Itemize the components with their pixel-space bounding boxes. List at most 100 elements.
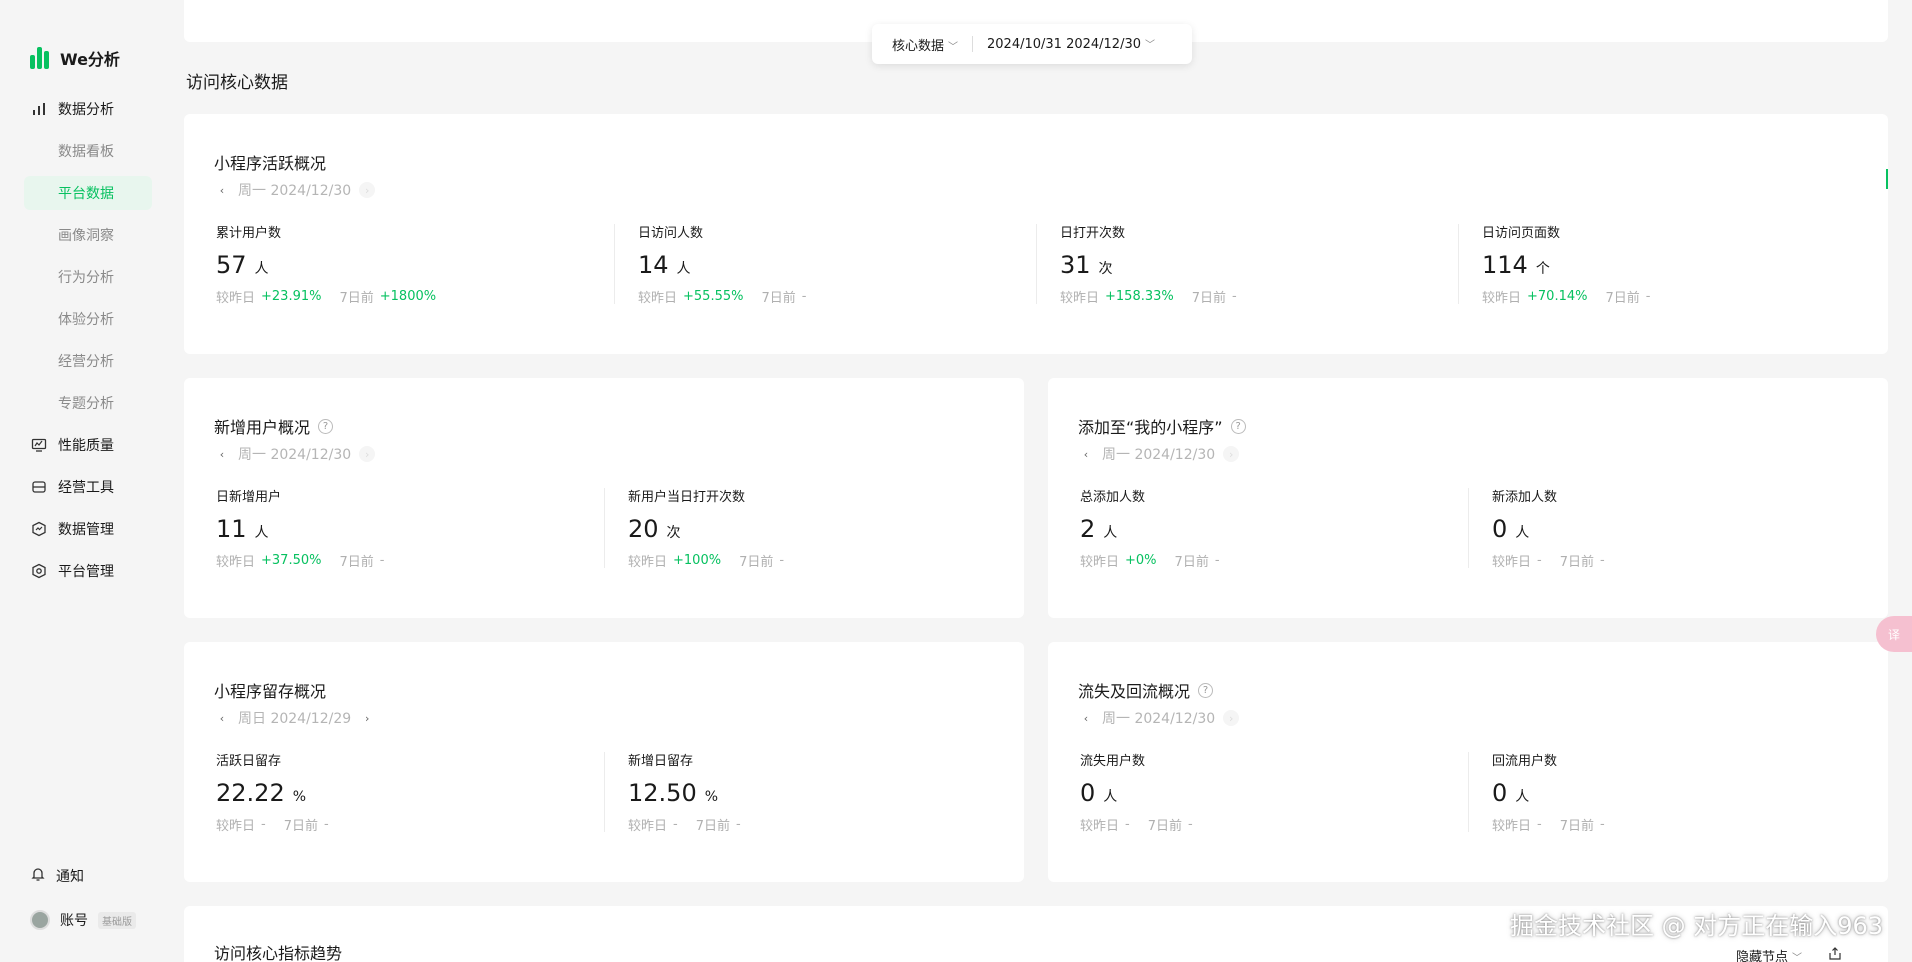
- account-button[interactable]: 账号 基础版: [30, 910, 136, 930]
- sidebar-item-experience[interactable]: 体验分析: [24, 302, 152, 336]
- sidebar-item-behavior[interactable]: 行为分析: [24, 260, 152, 294]
- metric-label: 总添加人数: [1080, 490, 1146, 505]
- day-compare-label: 较昨日: [628, 555, 668, 570]
- account-tier-badge: 基础版: [98, 911, 136, 929]
- trend-toolbar: 隐藏节点 ﹀: [1736, 946, 1842, 962]
- sidebar-item-platform-data[interactable]: 平台数据: [24, 176, 152, 210]
- week-change: +1800%: [379, 289, 437, 304]
- week-compare-label: 7日前: [1191, 291, 1227, 306]
- metric-value: 57 人: [216, 251, 436, 279]
- card-title: 新增用户概况?: [214, 414, 334, 438]
- metric-number: 11: [216, 515, 247, 543]
- sidebar-item-topic[interactable]: 专题分析: [24, 386, 152, 420]
- metric-label: 日访问页面数: [1482, 226, 1561, 241]
- day-change: +100%: [673, 553, 722, 568]
- metric-unit: 个: [1535, 261, 1550, 277]
- prev-date-button[interactable]: ‹: [214, 446, 230, 462]
- day-compare-label: 较昨日: [1492, 819, 1532, 834]
- avatar: [30, 910, 50, 930]
- metric-total-added: 总添加人数 2人 较昨日 +0% 7日前 -: [1080, 486, 1220, 570]
- data-type-label: 核心数据: [892, 38, 945, 54]
- card-title-text: 流失及回流概况: [1078, 682, 1191, 701]
- help-icon[interactable]: ?: [1230, 418, 1246, 434]
- nav-group-performance[interactable]: 性能质量: [30, 428, 114, 462]
- metric-compare: 较昨日 +55.55% 7日前 -: [638, 287, 806, 306]
- prev-date-button[interactable]: ‹: [214, 710, 230, 726]
- day-compare-label: 较昨日: [1080, 555, 1120, 570]
- day-change: -: [1125, 817, 1130, 832]
- sidebar-item-dashboard[interactable]: 数据看板: [24, 134, 152, 168]
- app-logo[interactable]: We分析: [30, 46, 120, 70]
- metric-value: 14 人: [638, 251, 806, 279]
- hide-nodes-select[interactable]: 隐藏节点 ﹀: [1736, 946, 1802, 962]
- metric-returned-users: 回流用户数 0人 较昨日 -7日前 -: [1492, 750, 1605, 834]
- week-compare-label: 7日前: [1559, 555, 1594, 570]
- date-label: 周一 2024/12/30: [238, 183, 352, 199]
- data-type-select[interactable]: 核心数据 ﹀: [892, 35, 958, 54]
- prev-date-button[interactable]: ‹: [1078, 710, 1094, 726]
- nav-group-data-analysis[interactable]: 数据分析: [30, 92, 114, 126]
- next-date-button[interactable]: ›: [359, 182, 376, 198]
- prev-date-button[interactable]: ‹: [214, 182, 230, 198]
- metric-number: 114: [1482, 251, 1528, 279]
- nav-group-label: 经营工具: [58, 480, 114, 496]
- monitor-icon: [30, 436, 48, 454]
- metric-value: 114 个: [1482, 251, 1650, 279]
- date-range-picker[interactable]: 2024/10/31 2024/12/30 ﹀: [987, 36, 1155, 52]
- export-icon[interactable]: [1828, 946, 1842, 962]
- nav-group-platform-management[interactable]: 平台管理: [30, 554, 114, 588]
- metric-value: 22.22%: [216, 779, 329, 807]
- day-change: +0%: [1125, 553, 1157, 568]
- sidebar: We分析 数据分析 数据看板 平台数据 画像洞察 行为分析 体验分析 经营分析 …: [0, 0, 160, 962]
- date-nav: ‹ 周一 2024/12/30 ›: [214, 180, 376, 200]
- card-title: 流失及回流概况?: [1078, 678, 1214, 702]
- week-change: -: [1232, 289, 1237, 304]
- day-compare-label: 较昨日: [216, 291, 256, 306]
- metric-number: 2: [1080, 515, 1096, 543]
- nav-group-label: 性能质量: [58, 438, 114, 454]
- next-date-button[interactable]: ›: [359, 710, 375, 726]
- sidebar-item-portrait[interactable]: 画像洞察: [24, 218, 152, 252]
- nav-group-data-management[interactable]: 数据管理: [30, 512, 114, 546]
- divider: [1468, 752, 1469, 832]
- prev-date-button[interactable]: ‹: [1078, 446, 1094, 462]
- nav-group-label: 数据分析: [58, 102, 114, 118]
- metric-label: 活跃日留存: [216, 754, 282, 769]
- week-compare-label: 7日前: [695, 819, 730, 834]
- week-change: -: [379, 553, 385, 568]
- sidebar-item-business[interactable]: 经营分析: [24, 344, 152, 378]
- chevron-down-icon: ﹀: [1792, 953, 1803, 962]
- next-date-button[interactable]: ›: [1223, 446, 1240, 462]
- card-title: 添加至“我的小程序”?: [1078, 414, 1246, 438]
- day-compare-label: 较昨日: [1080, 819, 1120, 834]
- filter-bar: 核心数据 ﹀ 2024/10/31 2024/12/30 ﹀: [872, 24, 1192, 64]
- translate-float-icon[interactable]: 译: [1876, 616, 1912, 652]
- day-change: -: [1537, 817, 1542, 832]
- next-date-button[interactable]: ›: [1223, 710, 1240, 726]
- week-change: -: [801, 289, 807, 304]
- nav-group-tools[interactable]: 经营工具: [30, 470, 114, 504]
- date-range-label: 2024/10/31 2024/12/30: [987, 37, 1142, 52]
- day-compare-label: 较昨日: [216, 819, 256, 834]
- metric-daily-opens: 日打开次数 31 次 较昨日 +158.33% 7日前 -: [1060, 222, 1237, 306]
- next-date-button[interactable]: ›: [359, 446, 376, 462]
- date-label: 周日 2024/12/29: [238, 711, 352, 727]
- card-title-text: 新增用户概况: [214, 418, 311, 437]
- metric-unit: 人: [1515, 525, 1530, 541]
- metric-number: 0: [1492, 515, 1508, 543]
- nav-group-label: 数据管理: [58, 522, 114, 538]
- day-change: +37.50%: [261, 553, 322, 568]
- help-icon[interactable]: ?: [318, 418, 334, 434]
- notify-button[interactable]: 通知: [30, 866, 84, 886]
- card-title-text: 小程序活跃概况: [214, 154, 327, 173]
- chevron-down-icon: ﹀: [948, 41, 959, 53]
- date-label: 周一 2024/12/30: [1102, 711, 1216, 727]
- day-change: +23.91%: [261, 289, 322, 304]
- day-compare-label: 较昨日: [1060, 291, 1100, 306]
- metric-new-users: 日新增用户 11 人 较昨日 +37.50% 7日前 -: [216, 486, 384, 570]
- week-change: -: [1600, 817, 1605, 832]
- week-compare-label: 7日前: [739, 555, 774, 570]
- divider: [1036, 224, 1037, 304]
- day-change: -: [261, 817, 266, 832]
- help-icon[interactable]: ?: [1198, 682, 1214, 698]
